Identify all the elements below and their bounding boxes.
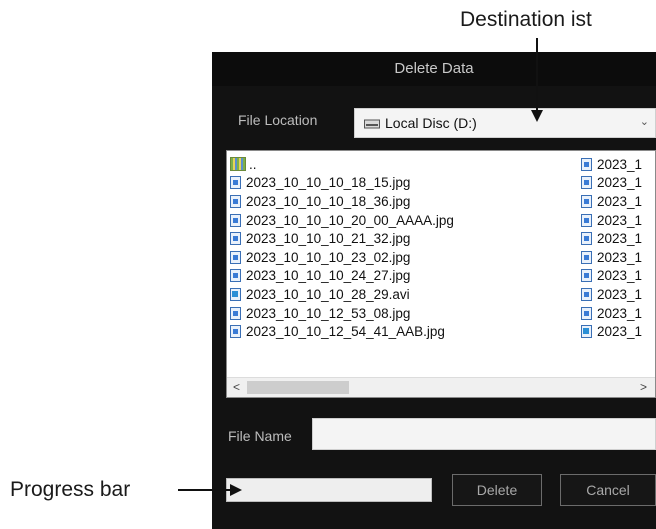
destination-callout-arrowhead (531, 110, 543, 122)
progress-callout-arrowhead (230, 484, 242, 496)
callout-arrows (178, 38, 543, 496)
